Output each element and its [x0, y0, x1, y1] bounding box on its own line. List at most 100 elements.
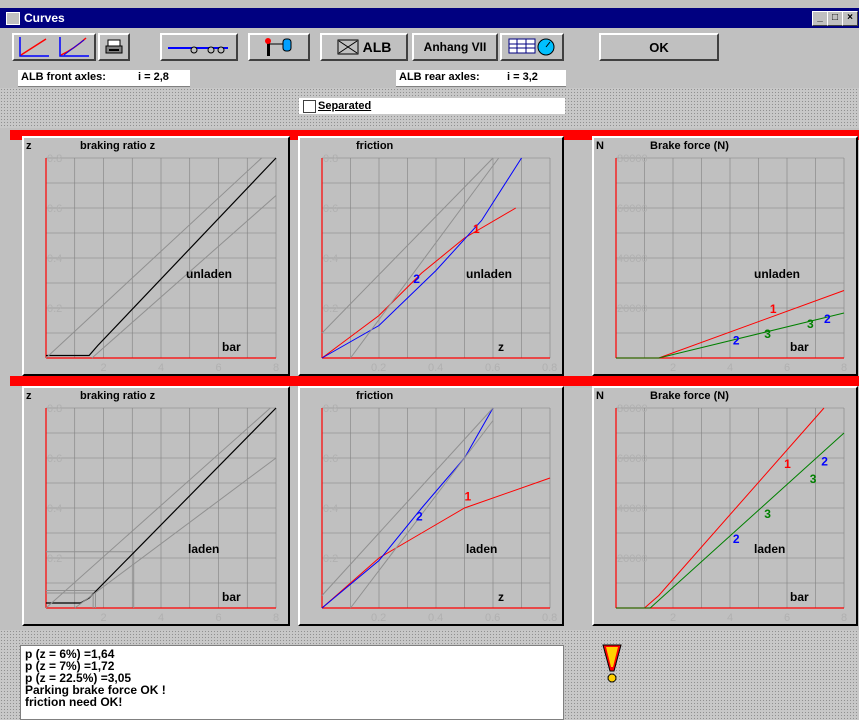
chart-panel-friction-row2: friction 0.8 0.6 0.4 0.2 0.2 0.4 0.6 0.8 1 2 laden z	[298, 386, 564, 626]
series-number-label: 3	[810, 472, 817, 486]
y-tick-label: 60000	[617, 453, 648, 465]
x-tick-label: 6	[216, 612, 222, 624]
x-unit-label: bar	[790, 590, 809, 604]
chart-panel-friction-row1: friction 0.8 0.6 0.4 0.2 0.2 0.4 0.6 0.8 1 2 unlade…	[298, 136, 564, 376]
x-tick-label: 6	[216, 362, 222, 374]
series-curve	[91, 195, 277, 359]
x-tick-label: 8	[273, 362, 279, 374]
y-tick-label: 40000	[617, 253, 648, 265]
trailer-button[interactable]	[160, 33, 238, 61]
panel-note: unladen	[466, 267, 512, 281]
y-tick-label: 20000	[617, 303, 648, 315]
table-gauge-button[interactable]	[500, 33, 564, 61]
red-band-middle	[10, 376, 859, 386]
alb-button[interactable]: ALB	[320, 33, 408, 61]
chart-panel-ratio-row2: z braking ratio z 0.8 0.6 0.4 0.2 2 4 6 8 laden bar	[22, 386, 290, 626]
x-tick-label: 0.4	[428, 612, 443, 624]
alb-rear-label: ALB rear axles:	[399, 71, 480, 83]
alb-icon	[337, 39, 359, 55]
title-bar: Curves	[0, 8, 859, 28]
panel-note: unladen	[186, 267, 232, 281]
series-number-label: 2	[824, 312, 831, 326]
alb-front-label: ALB front axles:	[21, 71, 106, 83]
x-tick-label: 2	[670, 612, 676, 624]
print-button[interactable]	[98, 33, 130, 61]
y-tick-label: 0.8	[47, 403, 62, 415]
series-number-label: 2	[821, 455, 828, 469]
valve-icon	[265, 38, 292, 56]
panel-note: laden	[188, 542, 219, 556]
ok-button[interactable]: OK	[599, 33, 719, 61]
x-tick-label: 8	[841, 612, 847, 624]
anhang-vii-label: Anhang VII	[423, 40, 487, 54]
alb-rear-value: i = 3,2	[507, 71, 538, 83]
y-tick-label: 0.6	[323, 453, 338, 465]
plot-svg: 0.8 0.6 0.4 0.2 0.2 0.4 0.6 0.8 1 2 laden z	[321, 403, 557, 624]
y-tick-label: 20000	[617, 553, 648, 565]
y-tick-label: 0.2	[323, 553, 338, 565]
series-number-label: 3	[807, 317, 814, 331]
series-number-label: 2	[413, 272, 420, 286]
y-tick-label: 0.6	[47, 203, 62, 215]
status-textbox[interactable]: p (z = 6%) =1,64 p (z = 7%) =1,72 p (z =…	[20, 645, 564, 720]
alb-button-label: ALB	[362, 39, 392, 55]
y-tick-label: 0.6	[47, 453, 62, 465]
warning-exclamation-icon	[600, 643, 624, 690]
x-unit-label: bar	[790, 340, 809, 354]
series-number-label: 2	[733, 532, 740, 546]
x-tick-label: 4	[158, 362, 164, 374]
close-button[interactable]: ×	[842, 11, 858, 26]
app-icon	[6, 12, 20, 25]
x-tick-label: 0.2	[371, 362, 386, 374]
x-tick-label: 0.6	[485, 612, 500, 624]
minimize-button[interactable]: _	[812, 11, 828, 26]
x-tick-label: 2	[101, 362, 107, 374]
y-tick-label: 0.4	[323, 503, 338, 515]
x-tick-label: 2	[670, 362, 676, 374]
x-tick-label: 0.4	[428, 362, 443, 374]
chart-panel-force-row1: N Brake force (N) 80000 60000 40000 20000 2 4 6 8…	[592, 136, 858, 376]
x-unit-label: z	[498, 590, 504, 604]
y-tick-label: 0.2	[47, 303, 62, 315]
x-tick-label: 0.2	[371, 612, 386, 624]
y-tick-label: 0.4	[47, 253, 62, 265]
y-tick-label: 0.6	[323, 203, 338, 215]
plot-svg: 800006000040000200002 4 6 812332ladenbar	[615, 403, 847, 624]
series-number-label: 2	[416, 510, 423, 524]
plot-svg: 0.8 0.6 0.4 0.2 2 4 6 8 laden bar	[45, 403, 279, 624]
trailer-icon	[168, 46, 228, 54]
alb-front-value: i = 2,8	[138, 71, 169, 83]
x-tick-label: 8	[273, 612, 279, 624]
curve-ratio-icon[interactable]	[56, 35, 92, 59]
status-line: friction need OK!	[25, 695, 123, 709]
x-tick-label: 0.6	[485, 362, 500, 374]
y-tick-label: 0.2	[323, 303, 338, 315]
y-tick-label: 80000	[617, 153, 648, 165]
curve-linear-icon[interactable]	[16, 35, 52, 59]
curve-buttons-group	[12, 33, 96, 61]
y-tick-label: 0.2	[47, 553, 62, 565]
y-tick-label: 0.8	[47, 153, 62, 165]
y-tick-label: 80000	[617, 403, 648, 415]
series-number-label: 1	[770, 302, 777, 316]
series-number-label: 1	[784, 457, 791, 471]
y-tick-label: 0.8	[323, 153, 338, 165]
anhang-vii-button[interactable]: Anhang VII	[412, 33, 498, 61]
chart-panel-ratio-row1: z braking ratio z 0.8 0.6 0.4 0.2 2 4 6 8 unladen b…	[22, 136, 290, 376]
separated-checkbox[interactable]	[303, 100, 316, 113]
plot-svg: 0.8 0.6 0.4 0.2 0.2 0.4 0.6 0.8 1 2 unladen z	[321, 153, 557, 374]
series-number-label: 1	[465, 490, 472, 504]
table-gauge-icon	[508, 38, 555, 56]
valve-button[interactable]	[248, 33, 310, 61]
separated-label[interactable]: Separated	[318, 100, 371, 112]
x-tick-label: 4	[158, 612, 164, 624]
y-tick-label: 60000	[617, 203, 648, 215]
series-number-label: 2	[733, 333, 740, 347]
maximize-button[interactable]: □	[827, 11, 843, 26]
y-tick-label: 0.8	[323, 403, 338, 415]
window-title: Curves	[24, 11, 65, 25]
panel-note: laden	[466, 542, 497, 556]
printer-icon	[105, 39, 123, 54]
x-tick-label: 6	[784, 362, 790, 374]
panel-note: unladen	[754, 267, 800, 281]
